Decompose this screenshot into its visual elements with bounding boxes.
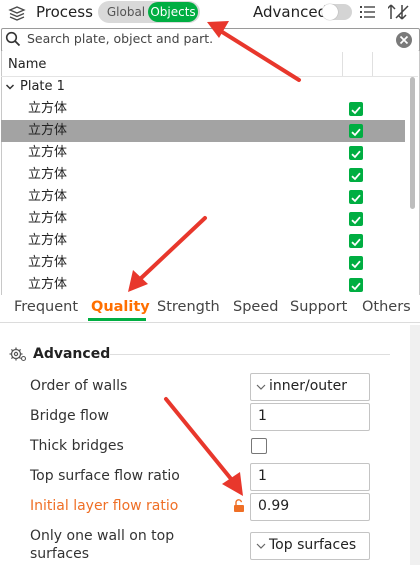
chevron-down-icon <box>256 384 266 390</box>
object-label: 立方体 <box>28 123 68 138</box>
object-label: 立方体 <box>28 255 68 270</box>
object-list-scrollbar[interactable] <box>410 77 415 209</box>
object-label: 立方体 <box>28 189 68 204</box>
mode-global-option[interactable]: Global <box>104 3 148 21</box>
visible-checkbox[interactable] <box>349 212 363 226</box>
visible-checkbox[interactable] <box>349 168 363 182</box>
column-divider <box>372 52 373 76</box>
section-title-advanced: Advanced <box>33 346 111 362</box>
tab-speed[interactable]: Speed <box>233 297 278 317</box>
checkmark-icon <box>351 172 361 181</box>
checkmark-icon <box>351 128 361 137</box>
tab-strength[interactable]: Strength <box>157 297 220 317</box>
list-icon[interactable] <box>358 2 378 22</box>
gear-icon <box>9 347 27 362</box>
order-of-walls-label: Order of walls <box>30 378 128 394</box>
object-row-selected[interactable]: 立方体 <box>1 120 405 142</box>
settings-scroll-track[interactable] <box>410 325 420 565</box>
top-surface-flow-ratio-label: Top surface flow ratio <box>30 468 180 484</box>
visible-checkbox[interactable] <box>349 102 363 116</box>
top-surface-flow-ratio-value[interactable]: 1 <box>258 466 267 486</box>
advanced-label: Advanced <box>253 3 328 21</box>
visible-checkbox[interactable] <box>349 256 363 270</box>
search-input[interactable]: Search plate, object and part. <box>27 29 213 49</box>
chevron-down-icon <box>256 543 266 549</box>
visible-checkbox[interactable] <box>349 124 363 138</box>
tab-support[interactable]: Support <box>290 297 347 317</box>
bridge-flow-value[interactable]: 1 <box>258 406 267 426</box>
unlock-icon[interactable] <box>233 499 245 512</box>
bridge-flow-input[interactable] <box>250 403 370 431</box>
clear-search-icon[interactable] <box>395 31 413 49</box>
object-label: 立方体 <box>28 233 68 248</box>
object-row[interactable]: 立方体 <box>1 230 405 252</box>
object-label: 立方体 <box>28 145 68 160</box>
only-one-wall-value[interactable]: Top surfaces <box>269 535 356 555</box>
plate-item[interactable]: Plate 1 <box>20 78 65 96</box>
object-row[interactable]: 立方体 <box>1 274 405 296</box>
section-divider <box>110 354 390 355</box>
checkmark-icon <box>351 106 361 115</box>
object-label: 立方体 <box>28 211 68 226</box>
checkmark-icon <box>351 282 361 291</box>
tab-frequent[interactable]: Frequent <box>14 297 78 317</box>
process-layers-icon <box>8 6 26 21</box>
checkmark-icon <box>351 194 361 203</box>
only-one-wall-label-line2: surfaces <box>30 546 90 562</box>
order-of-walls-value[interactable]: inner/outer <box>269 376 347 396</box>
thick-bridges-checkbox[interactable] <box>251 438 267 454</box>
mode-objects-option[interactable]: Objects <box>148 2 198 22</box>
visible-checkbox[interactable] <box>349 146 363 160</box>
object-row[interactable]: 立方体 <box>1 208 405 230</box>
object-row[interactable]: 立方体 <box>1 186 405 208</box>
object-label: 立方体 <box>28 277 68 292</box>
search-icon <box>5 31 21 47</box>
tab-quality[interactable]: Quality <box>91 297 150 317</box>
object-row[interactable]: 立方体 <box>1 98 405 120</box>
initial-layer-flow-ratio-label: Initial layer flow ratio <box>30 498 179 514</box>
checkmark-icon <box>351 216 361 225</box>
object-label: 立方体 <box>28 101 68 116</box>
advanced-toggle-knob[interactable] <box>322 4 338 20</box>
visible-checkbox[interactable] <box>349 278 363 292</box>
checkmark-icon <box>351 238 361 247</box>
object-row[interactable]: 立方体 <box>1 164 405 186</box>
column-divider <box>342 52 343 76</box>
visible-checkbox[interactable] <box>349 190 363 204</box>
checkmark-icon <box>351 150 361 159</box>
top-surface-flow-ratio-input[interactable] <box>250 463 370 491</box>
tab-others[interactable]: Others <box>362 297 411 317</box>
visible-checkbox[interactable] <box>349 234 363 248</box>
active-tab-indicator <box>88 318 146 321</box>
object-row[interactable]: 立方体 <box>1 252 405 274</box>
bridge-flow-label: Bridge flow <box>30 408 109 424</box>
object-label: 立方体 <box>28 167 68 182</box>
thick-bridges-label: Thick bridges <box>30 438 124 454</box>
initial-layer-flow-ratio-value[interactable]: 0.99 <box>258 496 289 516</box>
header-divider <box>1 76 418 77</box>
process-title: Process <box>36 3 93 21</box>
chevron-down-icon[interactable] <box>5 82 15 92</box>
object-row[interactable]: 立方体 <box>1 142 405 164</box>
checkmark-icon <box>351 260 361 269</box>
compare-icon[interactable] <box>388 2 410 22</box>
name-column-header[interactable]: Name <box>8 56 46 74</box>
only-one-wall-label: Only one wall on top <box>30 528 175 544</box>
